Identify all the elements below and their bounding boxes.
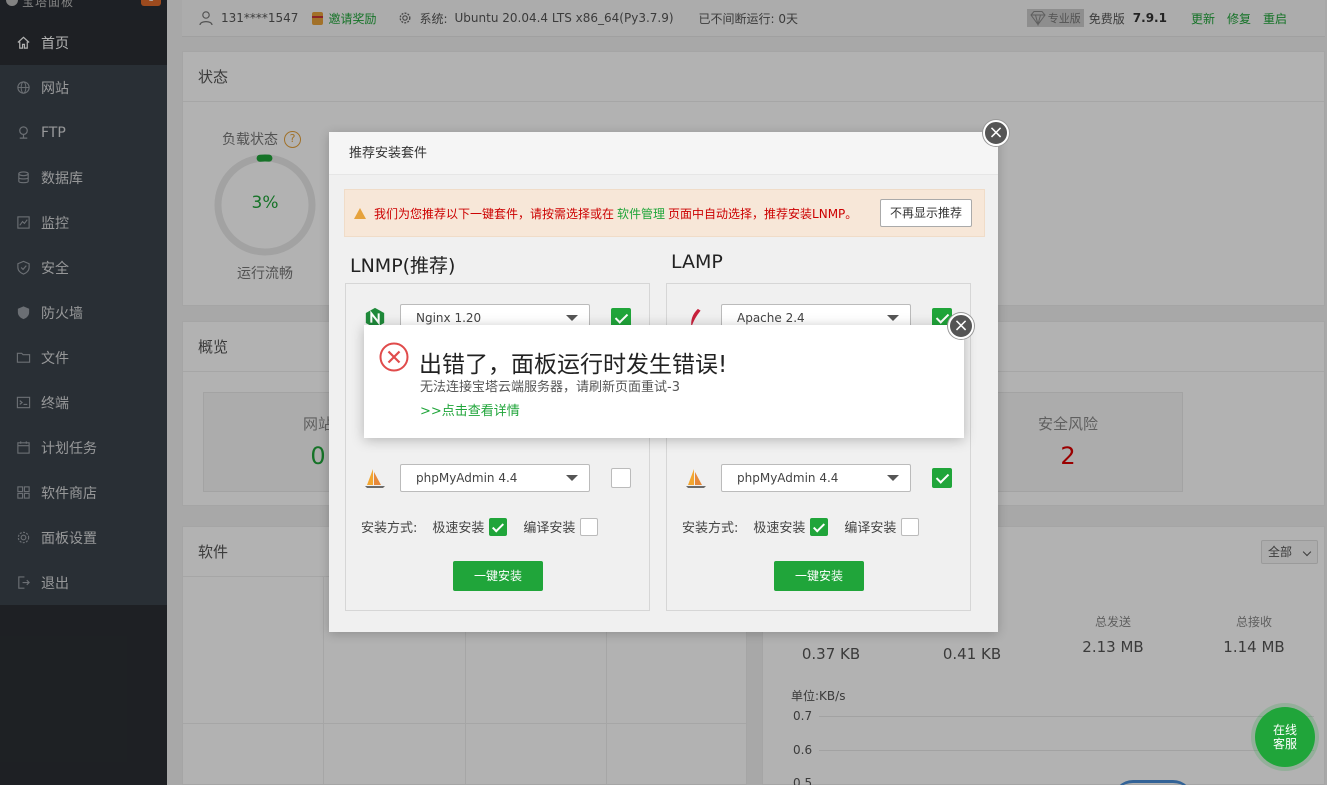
chat-label-line1: 在线 — [1272, 723, 1297, 737]
warning-text-pre: 我们为您推荐以下一键套件，请按需选择或在 — [374, 206, 615, 221]
chat-label-line2: 客服 — [1272, 737, 1297, 751]
lamp-install-mode: 安装方式: 极速安装 编译安装 — [682, 517, 920, 536]
phpmyadmin-version-select[interactable]: phpMyAdmin 4.4 — [400, 464, 590, 492]
fast-install-label: 极速安装 — [432, 521, 485, 536]
phpmyadmin-icon — [361, 464, 389, 492]
phpmyadmin-checkbox[interactable] — [932, 468, 952, 488]
lamp-title: LAMP — [671, 251, 723, 273]
software-manage-link[interactable]: 软件管理 — [617, 205, 665, 222]
error-title: 出错了，面板运行时发生错误! — [419, 352, 728, 378]
error-x-icon — [379, 342, 409, 372]
error-dialog-close-icon[interactable]: × — [948, 313, 974, 339]
lnmp-install-mode: 安装方式: 极速安装 编译安装 — [361, 517, 599, 536]
compile-install-label: 编译安装 — [844, 521, 897, 536]
error-details-link[interactable]: >>点击查看详情 — [420, 400, 520, 419]
install-mode-label: 安装方式: — [682, 521, 739, 536]
dialog-title: 推荐安装套件 — [329, 132, 998, 175]
online-support-button[interactable]: 在线 客服 — [1255, 707, 1315, 767]
install-mode-label: 安装方式: — [361, 521, 418, 536]
lnmp-title: LNMP(推荐) — [350, 255, 456, 277]
lamp-install-button[interactable]: 一键安装 — [774, 561, 864, 591]
compile-install-checkbox[interactable] — [901, 517, 920, 536]
error-message: 无法连接宝塔云端服务器，请刷新页面重试-3 — [420, 380, 680, 395]
compile-install-checkbox[interactable] — [580, 517, 599, 536]
lnmp-install-button[interactable]: 一键安装 — [453, 561, 543, 591]
lnmp-phpmyadmin-row: phpMyAdmin 4.4 — [361, 463, 636, 493]
warning-text-post: 页面中自动选择，推荐安装LNMP。 — [668, 206, 858, 221]
compile-install-label: 编译安装 — [523, 521, 576, 536]
recommend-warning: 我们为您推荐以下一键套件，请按需选择或在 软件管理 页面中自动选择，推荐安装LN… — [344, 189, 985, 237]
phpmyadmin-checkbox[interactable] — [611, 468, 631, 488]
fast-install-checkbox[interactable] — [489, 517, 508, 536]
warning-icon — [354, 207, 366, 219]
fast-install-checkbox[interactable] — [810, 517, 829, 536]
fast-install-label: 极速安装 — [753, 521, 806, 536]
phpmyadmin-icon — [682, 464, 710, 492]
lamp-phpmyadmin-row: phpMyAdmin 4.4 — [682, 463, 957, 493]
error-dialog: 出错了，面板运行时发生错误! 无法连接宝塔云端服务器，请刷新页面重试-3 >>点… — [364, 325, 964, 438]
install-dialog-close-icon[interactable]: × — [983, 120, 1009, 146]
phpmyadmin-version-select[interactable]: phpMyAdmin 4.4 — [721, 464, 911, 492]
no-show-button[interactable]: 不再显示推荐 — [879, 199, 972, 227]
